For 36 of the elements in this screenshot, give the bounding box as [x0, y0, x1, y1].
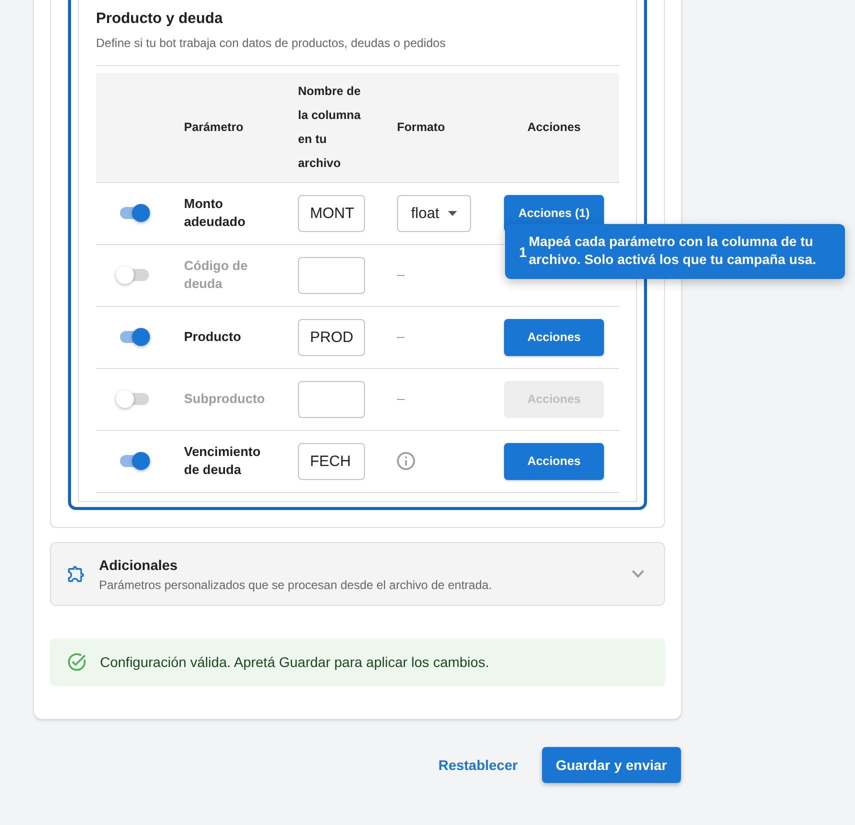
- column-name-field[interactable]: [298, 256, 365, 294]
- column-header: Nombre de la columna en tu archivo: [298, 83, 362, 172]
- alert-message: Configuración válida. Apretá Guardar para aplicar los cambios.: [100, 653, 490, 672]
- column-name-field[interactable]: [298, 380, 365, 418]
- toggle-switch[interactable]: [116, 389, 150, 409]
- additional-subtitle: Parámetros personalizados que se procesan desde el archivo de entrada.: [99, 576, 493, 592]
- column-header: Parámetro: [184, 120, 244, 134]
- parameter-name: Código de deuda: [184, 257, 249, 293]
- additional-section-header[interactable]: Adicionales Parámetros personalizados que se procesan desde el archivo de entrada.: [50, 542, 665, 606]
- parameter-name: Monto adeudado: [184, 195, 246, 231]
- caret-icon: [448, 210, 457, 216]
- column-name-field[interactable]: MONT: [298, 194, 365, 232]
- info-icon[interactable]: [397, 452, 415, 470]
- section-subtitle: Define si tu bot trabaja con datos de productos, deudas o pedidos: [96, 35, 447, 51]
- puzzle-icon: [68, 566, 84, 582]
- actions-button[interactable]: Acciones: [504, 442, 604, 480]
- column-name-field[interactable]: FECH: [298, 442, 365, 480]
- toggle-switch[interactable]: [116, 265, 150, 285]
- column-header: Acciones: [527, 120, 581, 134]
- chevron-down-icon[interactable]: [632, 570, 644, 578]
- column-name-field[interactable]: PROD: [298, 318, 365, 356]
- format-dash: –: [397, 328, 405, 344]
- section-title: Producto y deuda: [96, 9, 224, 29]
- additional-title: Adicionales: [99, 556, 179, 574]
- format-dash: –: [397, 390, 405, 406]
- parameter-name: Producto: [184, 328, 242, 346]
- tooltip-text: Mapeá cada parámetro con la columna de tu archivo. Solo activá los que tu campaña usa.: [528, 233, 818, 269]
- parameter-name: Vencimiento de deuda: [184, 443, 262, 479]
- actions-button[interactable]: Acciones: [504, 318, 604, 356]
- save-button[interactable]: Guardar y enviar: [542, 746, 681, 782]
- format-dash: –: [397, 266, 405, 282]
- parameter-name: Subproducto: [184, 390, 266, 408]
- column-header: Formato: [397, 120, 445, 134]
- step-number: 1: [519, 243, 527, 262]
- format-select[interactable]: float: [397, 194, 471, 232]
- reset-button[interactable]: Restablecer: [430, 746, 526, 782]
